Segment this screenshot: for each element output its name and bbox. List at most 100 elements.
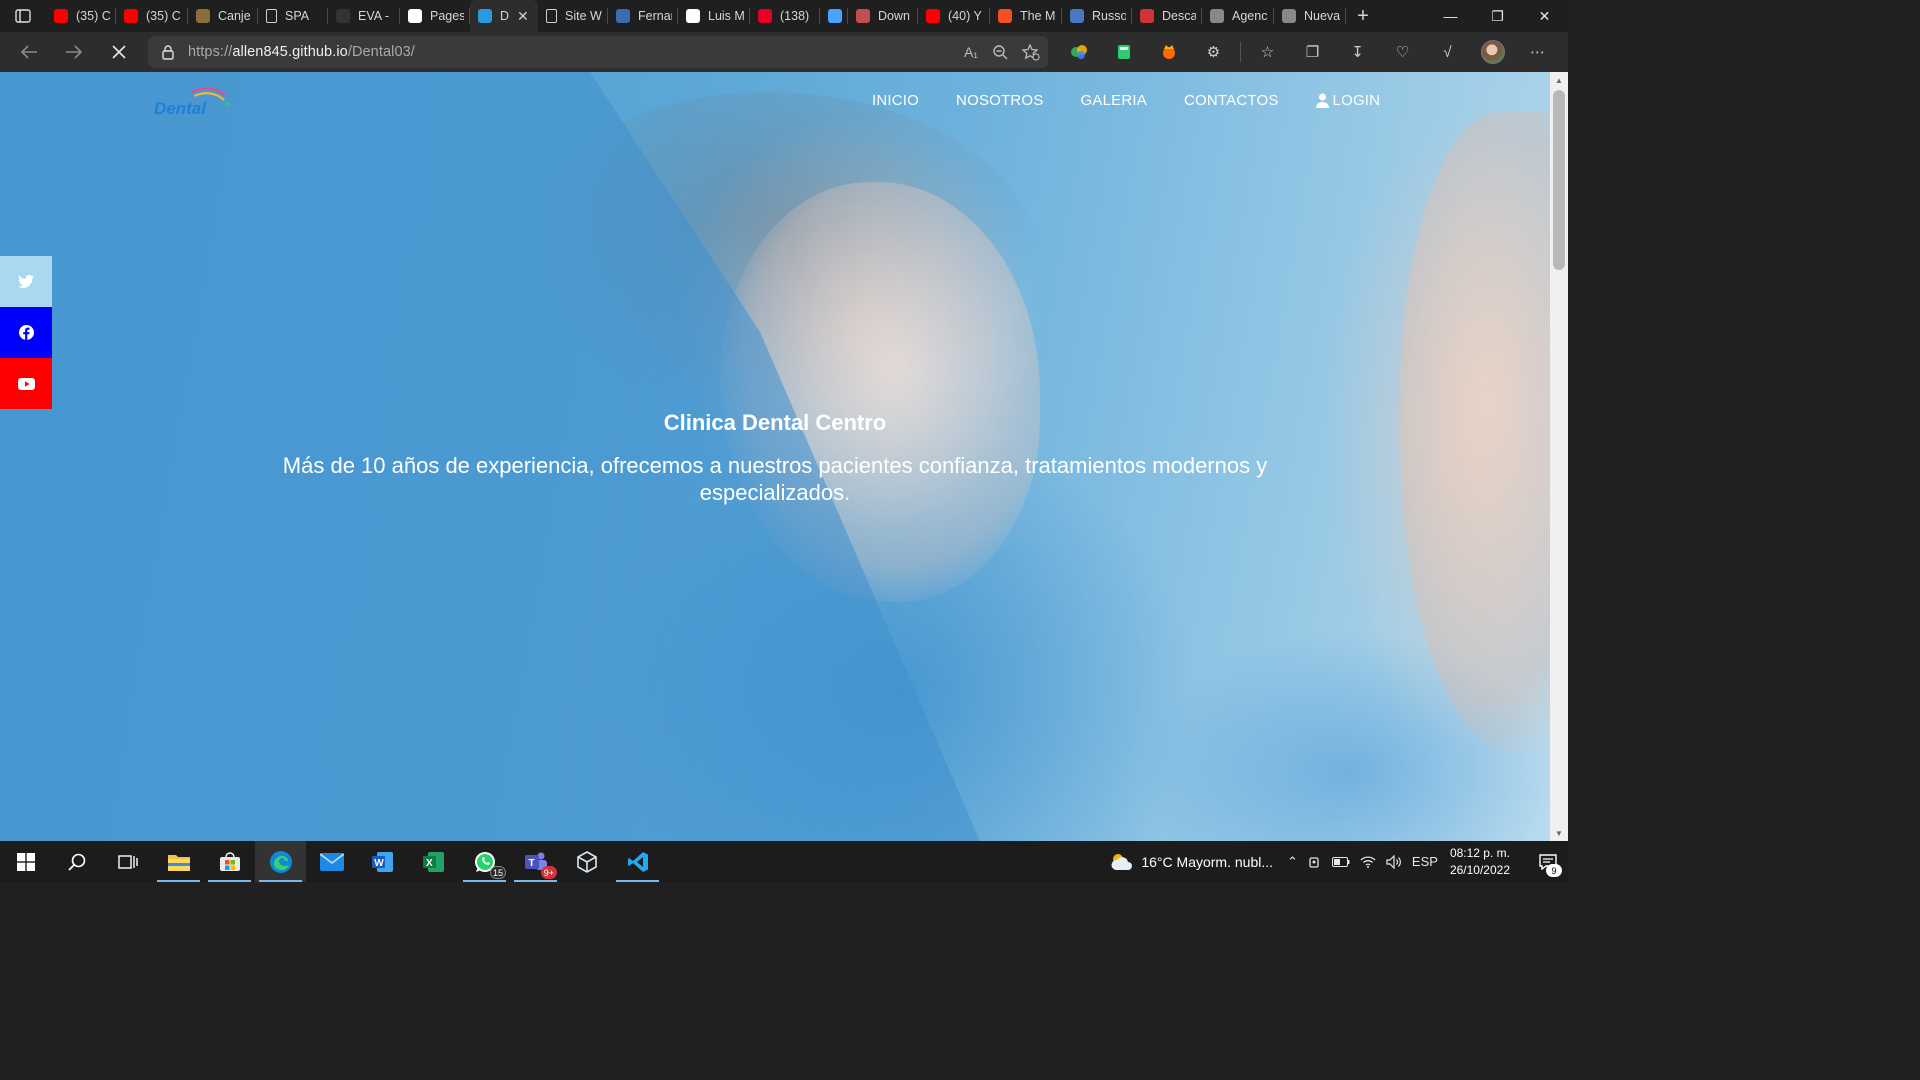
weather-widget[interactable]: 16°C Mayorm. nubl... — [1109, 852, 1273, 872]
volume-icon[interactable] — [1386, 854, 1402, 869]
lock-icon[interactable] — [148, 44, 188, 60]
new-tab-button[interactable]: + — [1348, 0, 1378, 32]
nav-nosotros[interactable]: NOSOTROS — [956, 90, 1043, 110]
minimize-button[interactable]: — — [1427, 0, 1474, 32]
health-icon[interactable]: ♡ — [1380, 32, 1425, 72]
browser-tab-label: Site W — [565, 9, 602, 23]
zoom-out-icon[interactable] — [992, 44, 1008, 60]
taskbar-mail[interactable] — [306, 841, 357, 882]
restore-button[interactable]: ❐ — [1474, 0, 1521, 32]
forward-button[interactable] — [51, 32, 96, 72]
browser-tab-label: Canje — [218, 9, 251, 23]
browser-tab[interactable]: Site W — [538, 0, 608, 32]
address-bar[interactable]: https://allen845.github.io/Dental03/ A₁ — [148, 36, 1048, 68]
browser-tab[interactable]: Agenc — [1202, 0, 1274, 32]
document-icon — [266, 9, 277, 23]
browser-tab[interactable]: (138) — [750, 0, 820, 32]
tab-actions-button[interactable] — [0, 0, 46, 32]
clock[interactable]: 08:12 p. m. 26/10/2022 — [1450, 845, 1510, 879]
facebook-button[interactable] — [0, 307, 52, 358]
browser-tab[interactable]: SPA — [258, 0, 328, 32]
web-page: Dental INICIO NOSOTROS GALERIA CONTACTOS… — [0, 72, 1550, 841]
read-aloud-icon[interactable]: A₁ — [964, 44, 978, 60]
task-view-button[interactable] — [102, 841, 153, 882]
newtab-icon — [1282, 9, 1296, 23]
browser-tab[interactable]: Fernar — [608, 0, 678, 32]
site-logo[interactable]: Dental — [152, 82, 232, 126]
youtube-button[interactable] — [0, 358, 52, 409]
fox-extension-icon[interactable] — [1146, 32, 1191, 72]
browser-tab-label: (138) — [780, 9, 810, 23]
excel-icon: X — [422, 851, 444, 872]
notification-badge: 9 — [1546, 864, 1562, 877]
facebook-icon — [18, 325, 34, 340]
scroll-down-arrow[interactable]: ▼ — [1550, 825, 1568, 841]
browser-tab[interactable]: Luis M — [678, 0, 750, 32]
favorites-icon[interactable]: ☆ — [1245, 32, 1290, 72]
tab-strip: (35) C (35) C Canje SPA EVA - Pages D ✕ Site W Fe… — [0, 0, 1568, 32]
taskbar-edge[interactable] — [255, 841, 306, 882]
more-menu-icon[interactable]: ⋯ — [1515, 32, 1560, 72]
youtube-icon — [54, 9, 68, 23]
browser-tab[interactable]: Down — [848, 0, 918, 32]
task-view-icon — [117, 854, 138, 869]
back-button[interactable] — [6, 32, 51, 72]
calculator-extension-icon[interactable] — [1101, 32, 1146, 72]
browser-tab-label: EVA - — [358, 9, 390, 23]
taskbar-excel[interactable]: X — [408, 841, 459, 882]
notification-center-button[interactable]: 9 — [1528, 841, 1568, 882]
start-button[interactable] — [0, 841, 51, 882]
taskbar-vscode[interactable] — [612, 841, 663, 882]
browser-tab[interactable]: D ✕ — [470, 0, 538, 32]
scroll-thumb[interactable] — [1553, 90, 1565, 270]
language-indicator[interactable]: ESP — [1412, 854, 1438, 869]
browser-tab[interactable]: EVA - — [328, 0, 400, 32]
collections-icon[interactable]: ❐ — [1290, 32, 1335, 72]
profile-button[interactable] — [1470, 32, 1515, 72]
nav-galeria[interactable]: GALERIA — [1081, 90, 1147, 110]
taskbar-microsoft-store[interactable] — [204, 841, 255, 882]
add-favorite-icon[interactable] — [1022, 43, 1040, 61]
clock-date: 26/10/2022 — [1449, 862, 1510, 877]
browser-tab[interactable]: (35) C — [116, 0, 188, 32]
logo-text: Dental — [154, 99, 207, 118]
folder-icon — [167, 854, 190, 871]
browser-tab[interactable]: Nueva — [1274, 0, 1346, 32]
extension-color-icon[interactable] — [1056, 32, 1101, 72]
twitter-button[interactable] — [0, 256, 52, 307]
taskbar-search-button[interactable] — [51, 841, 102, 882]
browser-tab[interactable]: (40) Y — [918, 0, 990, 32]
taskbar-file-explorer[interactable] — [153, 841, 204, 882]
browser-tab[interactable]: Russo — [1062, 0, 1132, 32]
page-scrollbar[interactable]: ▲ ▼ — [1550, 72, 1568, 841]
scroll-up-arrow[interactable]: ▲ — [1550, 72, 1568, 88]
close-window-button[interactable]: ✕ — [1521, 0, 1568, 32]
stop-loading-button[interactable] — [96, 32, 141, 72]
arrow-right-icon — [65, 45, 82, 59]
taskbar-teams[interactable]: T 9+ — [510, 841, 561, 882]
dental-icon — [478, 9, 492, 23]
browser-tab[interactable]: Desca — [1132, 0, 1202, 32]
nav-login[interactable]: LOGIN — [1315, 90, 1381, 110]
browser-tab[interactable]: (35) C — [46, 0, 116, 32]
extensions-puzzle-icon[interactable]: ⚙ — [1191, 32, 1236, 72]
taskbar-word[interactable]: W — [357, 841, 408, 882]
url-text[interactable]: https://allen845.github.io/Dental03/ — [188, 44, 415, 60]
battery-icon[interactable] — [1331, 856, 1350, 867]
close-tab-icon[interactable]: ✕ — [517, 8, 529, 25]
avatar — [1480, 40, 1505, 64]
browser-tab[interactable]: The M — [990, 0, 1062, 32]
browser-tab[interactable]: Canje — [188, 0, 258, 32]
browser-tab[interactable] — [820, 0, 848, 32]
downloads-icon[interactable]: ↧ — [1335, 32, 1380, 72]
chevron-up-icon[interactable]: ⌃ — [1287, 854, 1298, 870]
taskbar-virtualbox[interactable] — [561, 841, 612, 882]
medal-icon — [196, 9, 210, 23]
taskbar-whatsapp[interactable]: 15 — [459, 841, 510, 882]
meet-now-icon[interactable] — [1308, 855, 1322, 869]
browser-tab[interactable]: Pages — [400, 0, 470, 32]
wifi-icon[interactable] — [1360, 855, 1376, 868]
math-solver-icon[interactable]: √ — [1425, 32, 1470, 72]
nav-contactos[interactable]: CONTACTOS — [1184, 90, 1279, 110]
nav-inicio[interactable]: INICIO — [872, 90, 919, 110]
